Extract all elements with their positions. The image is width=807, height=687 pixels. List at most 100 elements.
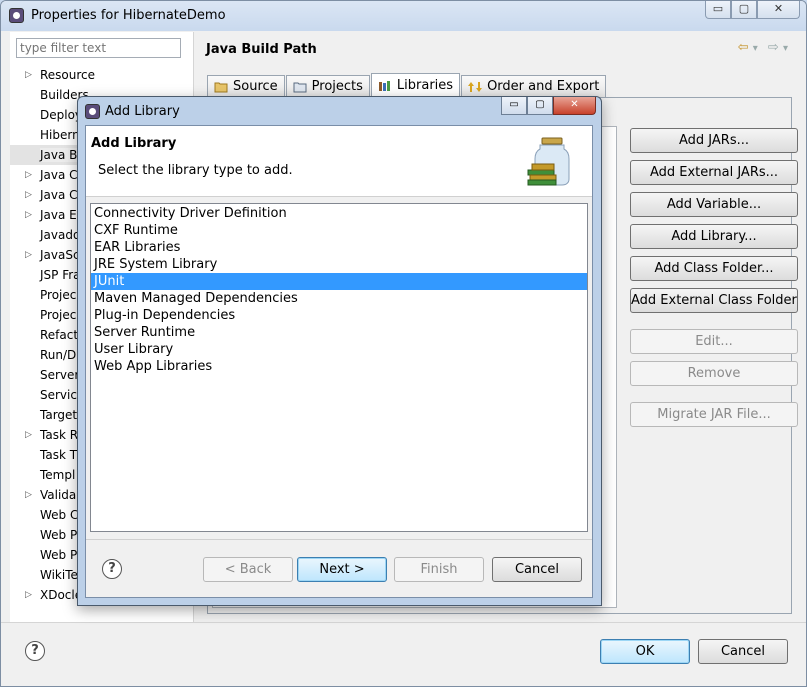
dialog-separator xyxy=(86,539,592,540)
library-type-item[interactable]: JRE System Library xyxy=(91,256,587,273)
tree-item-label: Task T xyxy=(40,448,78,462)
tree-item-label: Java C xyxy=(40,188,78,202)
dialog-close-button[interactable]: ✕ xyxy=(553,97,596,115)
forward-arrow-icon[interactable]: ⇨ xyxy=(768,40,779,55)
tree-item-label: Java E xyxy=(40,208,77,222)
tab-projects[interactable]: Projects xyxy=(285,75,370,97)
chevron-down-icon[interactable]: ▾ xyxy=(783,43,788,54)
project-icon xyxy=(293,82,307,92)
dialog-banner: Add Library Select the library type to a… xyxy=(86,126,592,197)
caption-buttons: ▭ ▢ ✕ xyxy=(705,1,800,20)
tree-item-label: Refact xyxy=(40,328,79,342)
tree-item-label: Templ xyxy=(40,468,76,482)
next-button[interactable]: Next > xyxy=(297,557,387,582)
tree-item[interactable]: ▷ Resource xyxy=(10,65,193,85)
add-external-jars-button[interactable]: Add External JARs... xyxy=(630,160,798,185)
add-external-class-folder-button[interactable]: Add External Class Folder... xyxy=(630,288,798,313)
build-path-tabs: Source Projects Libraries Order and Expo… xyxy=(207,73,607,97)
library-jar-icon xyxy=(527,137,570,186)
maximize-button[interactable]: ▢ xyxy=(731,1,757,19)
dialog-subtitle: Select the library type to add. xyxy=(98,163,293,178)
library-type-item[interactable]: CXF Runtime xyxy=(91,222,587,239)
tree-item-label: Task R xyxy=(40,428,79,442)
close-button[interactable]: ✕ xyxy=(757,1,800,19)
tree-item-label: Web C xyxy=(40,508,79,522)
dialog-cancel-button[interactable]: Cancel xyxy=(492,557,582,582)
expand-arrow-icon[interactable]: ▷ xyxy=(25,165,32,185)
library-type-item[interactable]: Server Runtime xyxy=(91,324,587,341)
chevron-down-icon[interactable]: ▾ xyxy=(753,43,758,54)
dialog-minimize-button[interactable]: ▭ xyxy=(501,97,527,115)
tree-item-label: Java B xyxy=(40,148,78,162)
expand-arrow-icon[interactable]: ▷ xyxy=(25,425,32,445)
library-type-item[interactable]: User Library xyxy=(91,341,587,358)
tree-item-label: Web P xyxy=(40,528,78,542)
library-type-item[interactable]: Connectivity Driver Definition xyxy=(91,205,587,222)
add-library-dialog: Add Library ▭ ▢ ✕ Add Library Select the… xyxy=(77,96,602,606)
ok-button[interactable]: OK xyxy=(600,639,690,664)
help-icon[interactable]: ? xyxy=(25,641,45,661)
tree-item-label: Java C xyxy=(40,168,78,182)
tab-label: Order and Export xyxy=(487,79,600,94)
dialog-caption-buttons: ▭ ▢ ✕ xyxy=(501,97,596,115)
expand-arrow-icon[interactable]: ▷ xyxy=(25,245,32,265)
tab-label: Source xyxy=(233,79,278,94)
library-type-item[interactable]: JUnit xyxy=(91,273,587,290)
window-title: Properties for HibernateDemo xyxy=(31,8,226,23)
tree-item-label: Web P xyxy=(40,548,78,562)
expand-arrow-icon[interactable]: ▷ xyxy=(25,585,32,605)
tree-item-label: WikiTe xyxy=(40,568,78,582)
dialog-maximize-button[interactable]: ▢ xyxy=(527,97,553,115)
source-folder-icon xyxy=(214,82,228,92)
tree-item-label: Target xyxy=(40,408,78,422)
tree-item-label: Server xyxy=(40,368,80,382)
history-nav: ⇦ ▾ ⇨ ▾ xyxy=(738,40,788,55)
cancel-button[interactable]: Cancel xyxy=(698,639,788,664)
dialog-heading: Add Library xyxy=(91,136,177,151)
tree-item-label: Run/D xyxy=(40,348,77,362)
add-variable-button[interactable]: Add Variable... xyxy=(630,192,798,217)
library-type-item[interactable]: Web App Libraries xyxy=(91,358,587,375)
tree-item-label: JavaSc xyxy=(40,248,80,262)
dialog-body: Add Library Select the library type to a… xyxy=(85,125,593,598)
migrate-jar-button[interactable]: Migrate JAR File... xyxy=(630,402,798,427)
footer-bar: ? OK Cancel xyxy=(1,622,806,686)
tree-item-label: JSP Fra xyxy=(40,268,81,282)
tab-order-export[interactable]: Order and Export xyxy=(461,75,607,97)
library-icon xyxy=(378,80,390,91)
tab-label: Projects xyxy=(311,79,363,94)
filter-input[interactable] xyxy=(16,38,181,58)
dialog-title: Add Library xyxy=(105,104,180,119)
expand-arrow-icon[interactable]: ▷ xyxy=(25,185,32,205)
remove-button[interactable]: Remove xyxy=(630,361,798,386)
tab-source[interactable]: Source xyxy=(207,75,285,97)
add-class-folder-button[interactable]: Add Class Folder... xyxy=(630,256,798,281)
eclipse-app-icon xyxy=(85,104,100,119)
library-type-list: Connectivity Driver Definition CXF Runtim… xyxy=(90,203,588,532)
dialog-help-icon[interactable]: ? xyxy=(102,559,122,579)
back-button[interactable]: < Back xyxy=(203,557,293,582)
library-type-item[interactable]: Maven Managed Dependencies xyxy=(91,290,587,307)
minimize-button[interactable]: ▭ xyxy=(705,1,731,19)
tree-item-label: Valida xyxy=(40,488,77,502)
expand-arrow-icon[interactable]: ▷ xyxy=(25,205,32,225)
tab-libraries[interactable]: Libraries xyxy=(370,73,461,97)
tree-item-label: Resource xyxy=(40,68,96,82)
expand-arrow-icon[interactable]: ▷ xyxy=(25,65,32,85)
edit-button[interactable]: Edit... xyxy=(630,329,798,354)
add-library-button[interactable]: Add Library... xyxy=(630,224,798,249)
library-type-item[interactable]: Plug-in Dependencies xyxy=(91,307,587,324)
tree-item-label: Hibern xyxy=(40,128,80,142)
finish-button[interactable]: Finish xyxy=(394,557,484,582)
tree-item-label: Projec xyxy=(40,288,77,302)
expand-arrow-icon[interactable]: ▷ xyxy=(25,485,32,505)
add-jars-button[interactable]: Add JARs... xyxy=(630,128,798,153)
library-type-item[interactable]: EAR Libraries xyxy=(91,239,587,256)
tree-item-label: XDocle xyxy=(40,588,83,602)
title-bar[interactable]: Properties for HibernateDemo ▭ ▢ ✕ xyxy=(1,1,806,31)
tree-item-label: Deploy xyxy=(40,108,83,122)
order-export-icon xyxy=(468,81,483,92)
tab-label: Libraries xyxy=(396,78,454,93)
tree-item-label: Projec xyxy=(40,308,77,322)
back-arrow-icon[interactable]: ⇦ xyxy=(738,40,749,55)
